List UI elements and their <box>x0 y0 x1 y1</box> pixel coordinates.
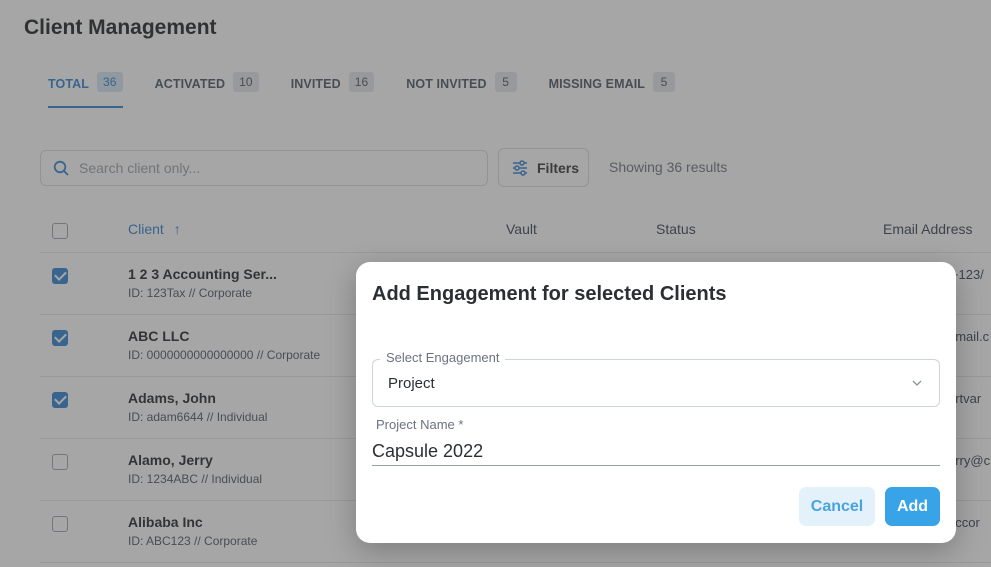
engagement-select-label: Select Engagement <box>380 350 506 365</box>
chevron-down-icon[interactable] <box>910 376 924 390</box>
engagement-select-value[interactable]: Project <box>388 375 435 392</box>
project-name-label: Project Name * <box>376 417 464 432</box>
add-engagement-dialog: Add Engagement for selected Clients Sele… <box>356 262 956 543</box>
cancel-button[interactable]: Cancel <box>799 487 875 526</box>
add-button[interactable]: Add <box>885 487 940 526</box>
dialog-title: Add Engagement for selected Clients <box>372 283 727 305</box>
engagement-select[interactable] <box>372 359 940 407</box>
project-name-input[interactable] <box>372 437 940 466</box>
